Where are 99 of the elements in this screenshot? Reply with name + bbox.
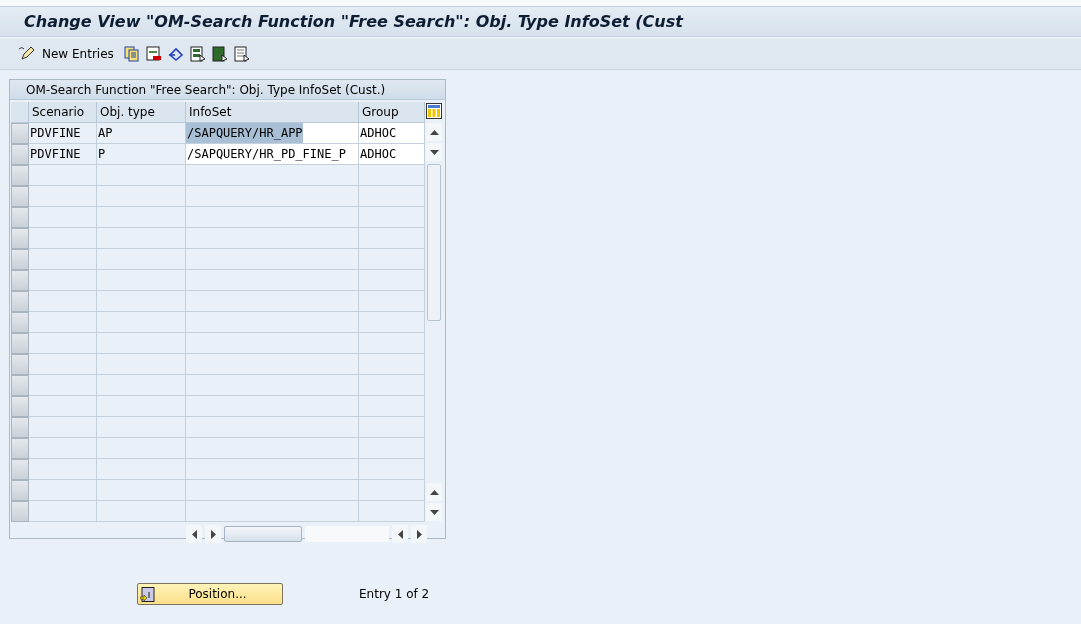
vertical-scrollbar-thumb[interactable] [427, 164, 441, 321]
table-cell: P [97, 144, 186, 165]
row-selector[interactable] [11, 165, 29, 186]
column-header[interactable]: Obj. type [97, 102, 186, 123]
table-cell [29, 417, 97, 438]
table-cell [29, 354, 97, 375]
scroll-right-button[interactable] [411, 525, 427, 543]
horizontal-scrollbar-thumb[interactable] [224, 526, 302, 542]
row-selector[interactable] [11, 333, 29, 354]
table-cell [29, 291, 97, 312]
triangle-left-icon [191, 529, 197, 539]
deselect-all-icon[interactable] [233, 46, 250, 62]
row-selector[interactable] [11, 312, 29, 333]
triangle-right-icon [210, 529, 216, 539]
position-icon [140, 586, 155, 602]
undo-icon[interactable] [167, 46, 184, 62]
entry-counter: Entry 1 of 2 [359, 587, 430, 601]
triangle-down-icon [429, 149, 439, 155]
row-selector[interactable] [11, 291, 29, 312]
row-selector[interactable] [11, 186, 29, 207]
table-cell [359, 354, 425, 375]
scroll-left-button[interactable] [186, 525, 202, 543]
row-selector[interactable] [11, 480, 29, 501]
table-cell [29, 333, 97, 354]
row-selector[interactable] [11, 438, 29, 459]
row-selector[interactable] [11, 207, 29, 228]
select-block-icon[interactable] [189, 46, 206, 62]
table-cell [359, 333, 425, 354]
table-cell [29, 165, 97, 186]
select-all-cell[interactable] [11, 102, 29, 123]
table-cell[interactable]: ADHOC [359, 123, 425, 144]
row-selector[interactable] [11, 396, 29, 417]
column-header[interactable]: Group [359, 102, 425, 123]
scroll-right-button[interactable] [205, 525, 221, 543]
table-cell [29, 438, 97, 459]
row-selector[interactable] [11, 270, 29, 291]
table-cell [359, 417, 425, 438]
row-selector[interactable] [11, 459, 29, 480]
row-selector[interactable] [11, 354, 29, 375]
delete-row-icon[interactable] [145, 46, 162, 62]
scrollbar-track[interactable] [305, 526, 389, 542]
table-cell [29, 459, 97, 480]
window-title: Change View "OM-Search Function "Free Search": Obj. Type InfoSet (Cust [24, 12, 683, 31]
table-cell [29, 249, 97, 270]
triangle-up-icon [429, 489, 439, 495]
table-cell [29, 501, 97, 522]
table-cell [29, 375, 97, 396]
scroll-down-button[interactable] [426, 143, 442, 161]
row-selector[interactable] [11, 417, 29, 438]
table-cell [359, 270, 425, 291]
select-all-icon[interactable] [211, 46, 228, 62]
triangle-up-icon [429, 129, 439, 135]
scroll-up-button[interactable] [426, 123, 442, 141]
triangle-right-icon [416, 529, 422, 539]
table-cell [29, 312, 97, 333]
table-cell [29, 396, 97, 417]
copy-icon[interactable] [123, 46, 140, 62]
table-cell: AP [97, 123, 186, 144]
table-cell [359, 228, 425, 249]
table-cell[interactable]: /SAPQUERY/HR_APP [186, 123, 359, 144]
column-header[interactable]: Scenario [29, 102, 97, 123]
table-cell [359, 291, 425, 312]
column-settings-icon[interactable] [426, 103, 442, 119]
table-cell [29, 480, 97, 501]
table-title: OM-Search Function "Free Search": Obj. Type InfoSet (Cust.) [26, 82, 386, 97]
table-cell: PDVFINE [29, 144, 97, 165]
pencil-icon[interactable] [18, 45, 36, 63]
row-selector[interactable] [11, 228, 29, 249]
row-selector[interactable] [11, 144, 29, 165]
table-cell [359, 480, 425, 501]
table-cell [29, 186, 97, 207]
row-selector[interactable] [11, 501, 29, 522]
position-button[interactable]: Position... [137, 583, 283, 605]
table-cell: PDVFINE [29, 123, 97, 144]
scroll-up-button[interactable] [426, 483, 442, 501]
table-cell [359, 438, 425, 459]
table-cell [29, 207, 97, 228]
table-cell[interactable]: ADHOC [359, 144, 425, 165]
table-cell [359, 249, 425, 270]
table-cell [359, 312, 425, 333]
table-cell [359, 207, 425, 228]
table-cell [359, 459, 425, 480]
scroll-left-button[interactable] [392, 525, 408, 543]
new-entries-button[interactable]: New Entries [42, 47, 114, 61]
table-cell [359, 501, 425, 522]
table-cell [29, 228, 97, 249]
row-selector[interactable] [11, 375, 29, 396]
table-cell [29, 270, 97, 291]
table-cell[interactable]: /SAPQUERY/HR_PD_FINE_P [186, 144, 359, 165]
scroll-down-button[interactable] [426, 503, 442, 521]
triangle-down-icon [429, 509, 439, 515]
triangle-left-icon [397, 529, 403, 539]
table-cell [359, 396, 425, 417]
row-selector[interactable] [11, 123, 29, 144]
column-header[interactable]: InfoSet [186, 102, 359, 123]
table-cell [359, 186, 425, 207]
table-cell [359, 165, 425, 186]
row-selector[interactable] [11, 249, 29, 270]
table-cell [359, 375, 425, 396]
